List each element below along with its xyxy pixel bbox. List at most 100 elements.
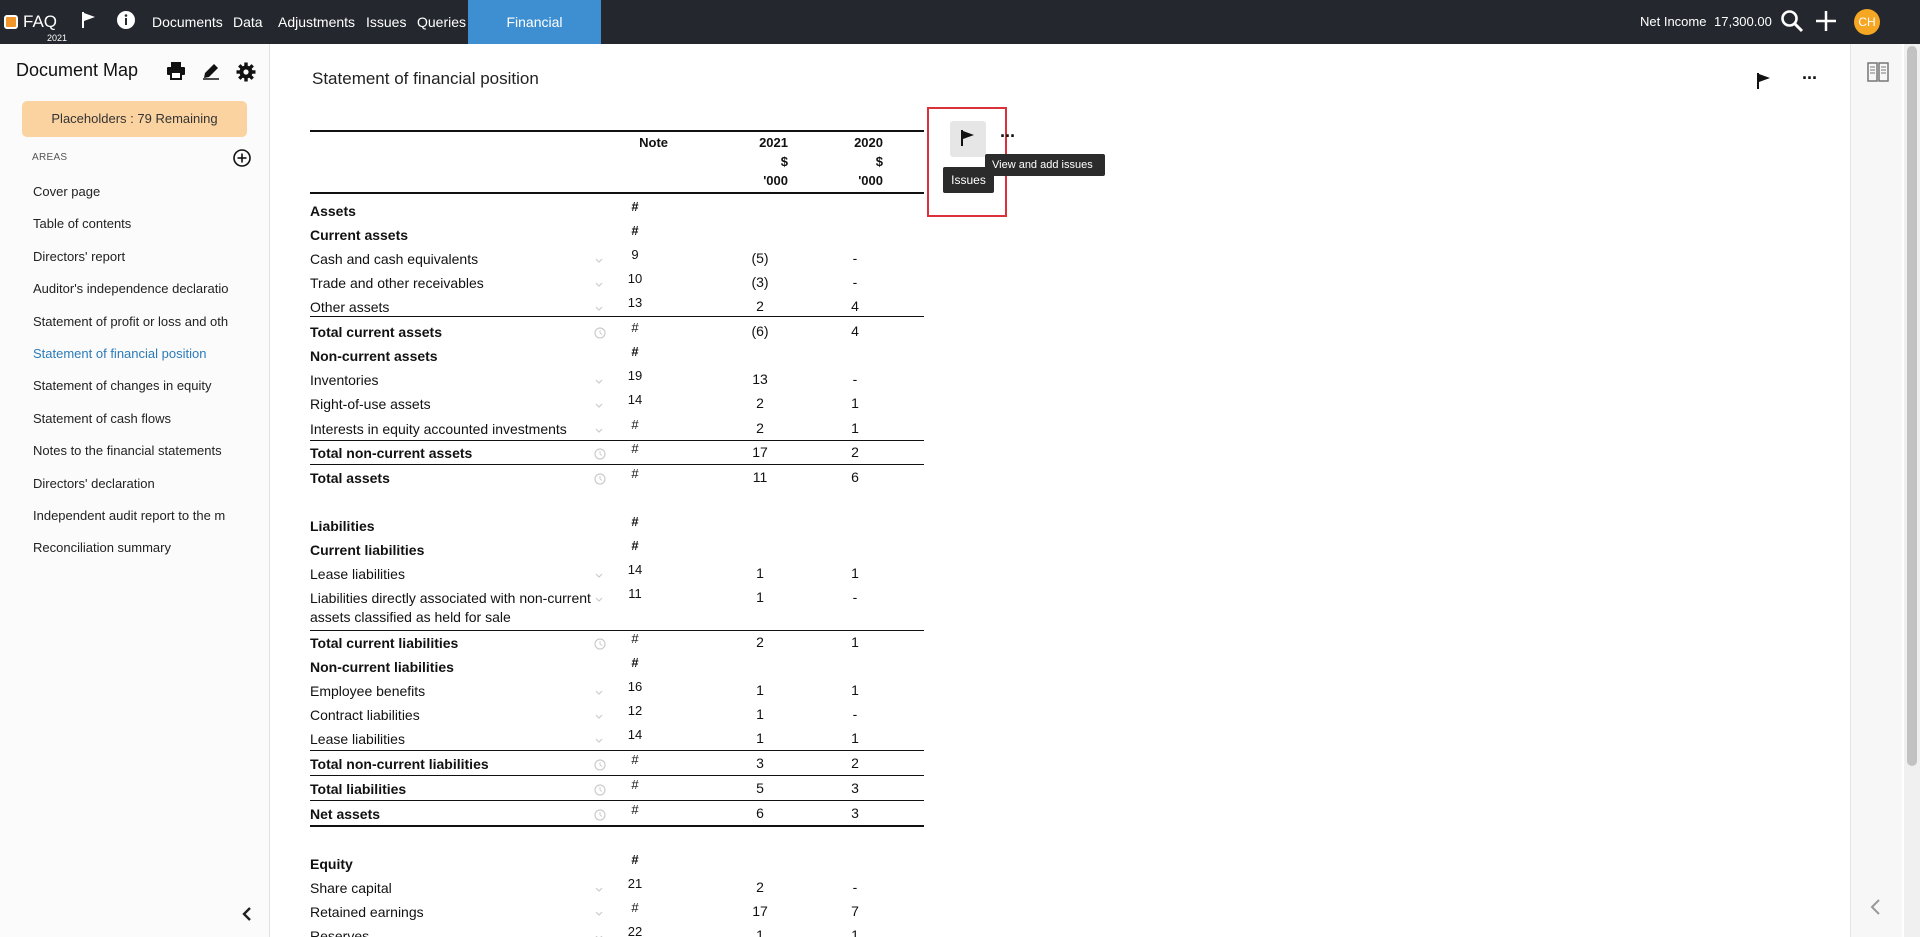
search-icon[interactable] (1780, 9, 1804, 36)
table-row[interactable]: Non-current assets # (310, 344, 924, 367)
table-row[interactable]: Other assets 13 2 4 (310, 295, 924, 318)
history-icon[interactable] (593, 472, 607, 489)
sidebar-item[interactable]: Notes to the financial statements (33, 443, 228, 461)
table-row[interactable]: Interests in equity accounted investment… (310, 417, 924, 440)
page-layout-icon[interactable] (1867, 62, 1889, 85)
row-note[interactable]: # (620, 223, 650, 238)
row-note[interactable]: 22 (620, 924, 650, 937)
sidebar-item[interactable]: Directors' declaration (33, 476, 228, 494)
table-row[interactable]: Lease liabilities 14 1 1 (310, 562, 924, 585)
history-icon[interactable] (593, 637, 607, 654)
more-options-icon[interactable]: ··· (1802, 68, 1818, 89)
table-row[interactable]: Total current liabilities #2 1 (310, 631, 924, 654)
row-note[interactable]: # (620, 514, 650, 529)
row-note[interactable]: 9 (620, 247, 650, 262)
table-row[interactable]: Employee benefits 16 1 1 (310, 679, 924, 702)
table-row[interactable]: Inventories 19 13 - (310, 368, 924, 391)
sidebar-item[interactable]: Statement of changes in equity (33, 378, 228, 396)
row-more-options-icon[interactable]: ··· (1000, 126, 1016, 147)
chevron-down-icon[interactable] (593, 906, 605, 922)
nav-issues[interactable]: Issues (366, 0, 406, 44)
row-note[interactable]: # (620, 655, 650, 670)
sidebar-item[interactable]: Directors' report (33, 249, 228, 267)
table-row[interactable]: Retained earnings #17 7 (310, 900, 924, 923)
table-row[interactable]: Total non-current liabilities #3 2 (310, 752, 924, 775)
chevron-down-icon[interactable] (593, 733, 605, 749)
table-row[interactable]: Net assets #6 3 (310, 802, 924, 825)
chevron-down-icon[interactable] (593, 882, 605, 898)
row-note[interactable]: 16 (620, 679, 650, 694)
row-note[interactable]: # (620, 538, 650, 553)
add-icon[interactable] (1815, 10, 1837, 35)
row-note[interactable]: 11 (620, 586, 650, 601)
issues-flag-icon[interactable] (1755, 71, 1773, 94)
user-avatar[interactable]: CH (1854, 9, 1880, 35)
row-note[interactable]: 13 (620, 295, 650, 310)
settings-gear-icon[interactable] (236, 62, 256, 85)
row-note[interactable]: # (620, 752, 650, 767)
nav-documents[interactable]: Documents (152, 0, 223, 44)
history-icon[interactable] (593, 783, 607, 800)
sidebar-item[interactable]: Table of contents (33, 216, 228, 234)
table-row[interactable]: Share capital 21 2 - (310, 876, 924, 899)
row-note[interactable]: # (620, 777, 650, 792)
table-row[interactable]: Total liabilities #5 3 (310, 777, 924, 800)
row-note[interactable]: # (620, 466, 650, 481)
nav-data[interactable]: Data (233, 0, 263, 44)
table-row[interactable]: Assets # (310, 199, 924, 222)
table-row[interactable]: Liabilities # (310, 514, 924, 537)
chevron-down-icon[interactable] (593, 709, 605, 725)
table-row[interactable]: Current assets # (310, 223, 924, 246)
row-note[interactable]: 10 (620, 271, 650, 286)
row-note[interactable]: # (620, 417, 650, 432)
table-row[interactable]: Total non-current assets #17 2 (310, 441, 924, 464)
nav-queries[interactable]: Queries (417, 0, 466, 44)
table-row[interactable]: Liabilities directly associated with non… (310, 586, 924, 625)
chevron-down-icon[interactable] (593, 930, 605, 937)
chevron-down-icon[interactable] (593, 568, 605, 584)
collapse-sidebar-icon[interactable] (240, 906, 254, 925)
row-note[interactable]: # (620, 441, 650, 456)
history-icon[interactable] (593, 808, 607, 825)
table-row[interactable]: Lease liabilities 14 1 1 (310, 727, 924, 750)
table-row[interactable]: Right-of-use assets 14 2 1 (310, 392, 924, 415)
row-note[interactable]: # (620, 900, 650, 915)
table-row[interactable]: Equity # (310, 852, 924, 875)
chevron-down-icon[interactable] (593, 253, 605, 269)
sidebar-item[interactable]: Independent audit report to the m (33, 508, 228, 526)
page-scrollbar[interactable] (1904, 44, 1920, 937)
row-note[interactable]: 14 (620, 392, 650, 407)
history-icon[interactable] (593, 326, 607, 343)
row-note[interactable]: # (620, 852, 650, 867)
table-row[interactable]: Total current assets # (6) 4 (310, 320, 924, 343)
edit-icon[interactable] (202, 62, 220, 83)
chevron-down-icon[interactable] (593, 374, 605, 390)
sidebar-item[interactable]: Statement of financial position (33, 346, 228, 364)
sidebar-item[interactable]: Auditor's independence declaratio (33, 281, 228, 299)
history-icon[interactable] (593, 758, 607, 775)
row-note[interactable]: # (620, 802, 650, 817)
nav-financial-statements[interactable]: Financial statements (468, 0, 601, 74)
sidebar-item[interactable]: Statement of profit or loss and oth (33, 314, 228, 332)
add-area-icon[interactable] (232, 148, 252, 171)
print-icon[interactable] (166, 62, 186, 83)
row-note[interactable]: # (620, 344, 650, 359)
row-note[interactable]: 14 (620, 727, 650, 742)
table-row[interactable]: Cash and cash equivalents 9 (5) - (310, 247, 924, 270)
row-note[interactable]: # (620, 631, 650, 646)
row-note[interactable]: # (620, 199, 650, 214)
placeholders-remaining-badge[interactable]: Placeholders : 79 Remaining (22, 101, 247, 137)
chevron-down-icon[interactable] (593, 423, 605, 439)
table-row[interactable]: Trade and other receivables 10 (3) - (310, 271, 924, 294)
info-icon[interactable] (116, 10, 136, 33)
expand-panel-icon[interactable] (1869, 898, 1883, 919)
nav-adjustments[interactable]: Adjustments (278, 0, 355, 44)
row-note[interactable]: 12 (620, 703, 650, 718)
row-note[interactable]: 21 (620, 876, 650, 891)
table-row[interactable]: Current liabilities # (310, 538, 924, 561)
app-brand[interactable]: FAQ 2021 (4, 6, 68, 43)
table-row[interactable]: Reserves 22 1 1 (310, 924, 924, 937)
history-icon[interactable] (593, 447, 607, 464)
chevron-down-icon[interactable] (593, 398, 605, 414)
issues-button[interactable] (950, 121, 986, 157)
